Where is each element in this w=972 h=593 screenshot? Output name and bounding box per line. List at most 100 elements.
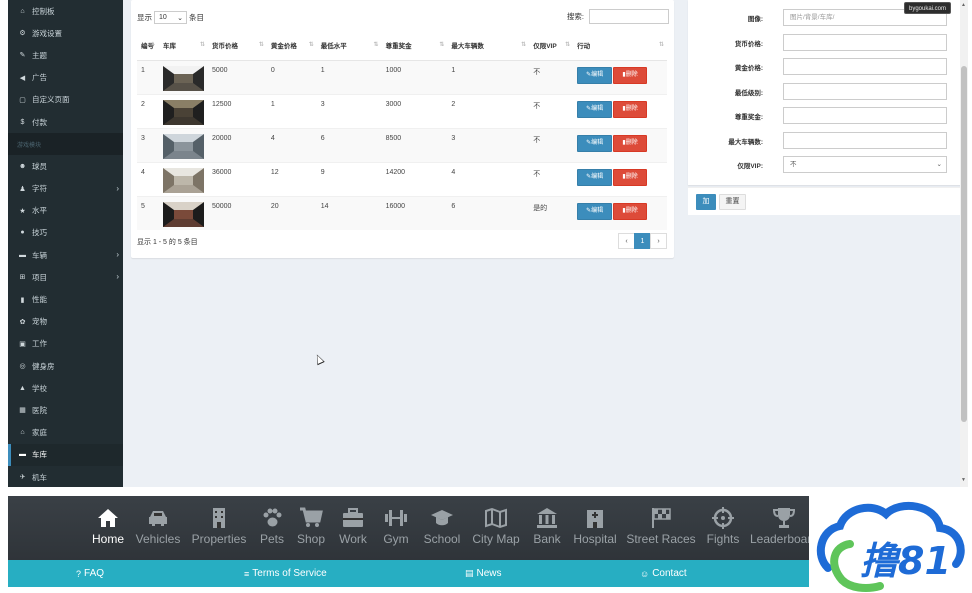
pager-page-button[interactable]: 1 (634, 233, 651, 249)
edit-button[interactable]: ✎编辑 (577, 168, 613, 186)
edit-button[interactable]: ✎编辑 (577, 100, 613, 118)
sidebar-item[interactable]: ♟ 字符 › (8, 178, 123, 200)
edit-button[interactable]: ✎编辑 (577, 202, 613, 220)
delete-button[interactable]: ▮删除 (613, 134, 648, 152)
edit-label: 编辑 (591, 71, 604, 78)
sidebar-item[interactable]: ⌂ 控制板 (8, 0, 123, 22)
length-select[interactable]: 10 ⌄ (154, 11, 187, 24)
sidebar-item[interactable]: ◀ 广告 (8, 67, 123, 89)
sidebar-item[interactable]: ◎ 健身房 (8, 355, 123, 377)
footer-bar: ? FAQ ≡ Terms of Service ▤ News ☺ Contact (8, 560, 809, 587)
cell-money: 5000 (207, 59, 267, 94)
sidebar-item[interactable]: ✿ 宠物 (8, 311, 123, 333)
table-row: 1 5000 0 1 1000 1 不 ✎编辑 ▮删除 (137, 59, 667, 94)
column-header[interactable]: 行动 ⇅ (573, 30, 667, 61)
form-row: 货币价格: (688, 34, 962, 51)
cell-level: 1 (316, 59, 382, 94)
megaphone-icon: ◀ (19, 74, 26, 82)
column-header[interactable]: 货币价格 ⇅ (207, 30, 267, 61)
table-body: 1 5000 0 1 1000 1 不 ✎编辑 ▮删除 2 12500 1 3 3000 2 不 ✎编辑 ▮删除 3… (137, 59, 667, 230)
chevron-down-icon: ⌄ (177, 14, 183, 22)
sidebar-item[interactable]: ✎ 主题 (8, 44, 123, 66)
column-header[interactable]: 黄金价格 ⇅ (266, 30, 317, 61)
form-label: 货币价格: (734, 41, 763, 48)
delete-button[interactable]: ▮删除 (613, 168, 648, 186)
sidebar-item-label: 项目 (32, 272, 47, 282)
pager-next-button[interactable]: › (650, 233, 667, 249)
footer-link-faq[interactable]: ? FAQ (76, 568, 104, 579)
sidebar-item[interactable]: ▣ 工作 (8, 333, 123, 355)
sidebar-item[interactable]: ☻ 球员 (8, 155, 123, 177)
home-icon: ⌂ (20, 429, 25, 437)
sidebar-item[interactable]: ⌂ 家庭 (8, 422, 123, 444)
sidebar-item-label: 球员 (32, 161, 47, 171)
form-row: 尊重奖金: (688, 107, 962, 124)
sidebar-item[interactable]: ▲ 学校 (8, 377, 123, 399)
cell-vip: 不 (529, 93, 574, 128)
column-header[interactable]: 仅限VIP ⇅ (529, 30, 574, 61)
sidebar-item-label: 控制板 (32, 6, 55, 16)
sidebar-item[interactable]: ▢ 自定义页面 (8, 89, 123, 111)
cell-respect: 14200 (381, 161, 448, 196)
column-header[interactable]: 最大车辆数 ⇅ (447, 30, 530, 61)
footer-link-contact[interactable]: ☺ Contact (640, 568, 687, 579)
length-prefix: 显示 (137, 13, 152, 22)
sidebar-item-label: 车库 (32, 450, 47, 460)
pager-prev-button[interactable]: ‹ (618, 233, 635, 249)
edit-button[interactable]: ✎编辑 (577, 134, 613, 152)
scroll-up-icon[interactable]: ▲ (961, 2, 966, 8)
edit-button[interactable]: ✎编辑 (577, 66, 613, 84)
footer-link-terms-of-service[interactable]: ≡ Terms of Service (244, 568, 327, 579)
garage-thumbnail (162, 167, 204, 193)
form-input[interactable] (783, 58, 947, 75)
sidebar-item[interactable]: ⚙ 游戏设置 (8, 22, 123, 44)
column-header[interactable]: 最低水平 ⇅ (316, 30, 382, 61)
form-input[interactable] (783, 132, 947, 149)
sidebar-item[interactable]: ▦ 医院 (8, 399, 123, 421)
cell-actions: ✎编辑 ▮删除 (573, 93, 667, 128)
delete-button[interactable]: ▮删除 (613, 100, 648, 118)
reset-button[interactable]: 重置 (719, 194, 746, 210)
sort-icon: ⇅ (439, 42, 445, 48)
cell-respect: 16000 (381, 195, 448, 230)
footer-link-news[interactable]: ▤ News (465, 568, 502, 579)
column-header[interactable]: 车库 ⇅ (158, 30, 208, 61)
search-input[interactable] (589, 9, 669, 24)
sidebar-item[interactable]: ★ 水平 (8, 200, 123, 222)
game-nav-item-leaderboard[interactable]: Leaderboard (734, 506, 809, 546)
table-row: 2 12500 1 3 3000 2 不 ✎编辑 ▮删除 (137, 93, 667, 128)
watermark: bygoukai.com (904, 2, 952, 14)
delete-button[interactable]: ▮删除 (613, 202, 648, 220)
paw-icon: ✿ (19, 318, 26, 326)
cell-max: 4 (447, 161, 530, 196)
car-icon (149, 511, 167, 526)
sidebar-item[interactable]: ⊞ 项目 › (8, 266, 123, 288)
window-icon: ▢ (19, 96, 26, 104)
column-header[interactable]: 编号 ▲ (137, 30, 159, 61)
scrollbar[interactable]: ▲ ▼ (960, 0, 968, 487)
form-input[interactable] (783, 83, 947, 100)
sidebar-item[interactable]: $ 付款 (8, 111, 123, 133)
cell-gold: 0 (266, 59, 317, 94)
sort-icon: ⇅ (373, 42, 379, 48)
sidebar-item[interactable]: ● 技巧 (8, 222, 123, 244)
sidebar-item[interactable]: ▬ 车库 (8, 443, 123, 466)
delete-label: 删除 (625, 207, 638, 214)
cell-level: 14 (316, 195, 382, 230)
garage-table: 编号 ▲ 车库 ⇅ 货币价格 ⇅ 黄金价格 ⇅ 最低水平 ⇅ 尊重奖金 ⇅ 最大车辆数 ⇅ 仅限VIP ⇅ 行动… (137, 30, 667, 230)
add-button[interactable]: 加 (696, 194, 716, 210)
scroll-down-icon[interactable]: ▼ (961, 477, 966, 483)
form-input[interactable] (783, 34, 947, 51)
column-header[interactable]: 尊重奖金 ⇅ (381, 30, 448, 61)
delete-button[interactable]: ▮删除 (613, 66, 648, 84)
sidebar-item[interactable]: ✈ 机车 (8, 466, 123, 487)
form-input[interactable] (783, 107, 947, 124)
sidebar-item[interactable]: ▬ 车辆 › (8, 244, 123, 266)
vip-select[interactable]: 不 ⌄ (783, 156, 947, 173)
scroll-thumb[interactable] (961, 66, 967, 422)
garage-form: 图像: 图片/背景/车库/货币价格: 黄金价格: 最低级别: 尊重奖金: 最大车辆数: 仅限… (688, 0, 962, 185)
column-header-label: 车库 (162, 42, 176, 50)
pagination: ‹ 1 › (618, 233, 667, 249)
form-label: 黄金价格: (734, 65, 763, 72)
sidebar-item[interactable]: ▮ 性能 (8, 288, 123, 310)
